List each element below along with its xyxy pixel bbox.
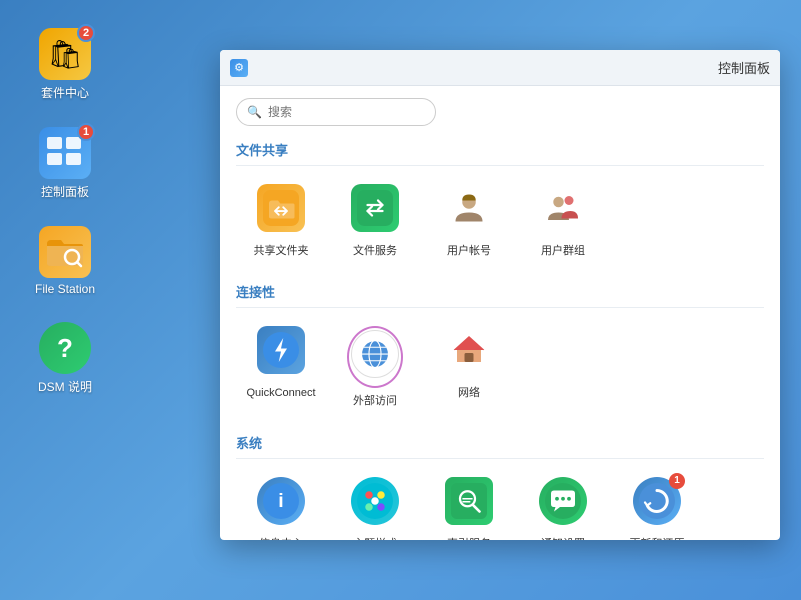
- theme-icon: [351, 477, 399, 525]
- section-title-system: 系统: [236, 433, 764, 459]
- system-grid: i 信息中心: [236, 469, 764, 540]
- index-service-label: 索引服务: [447, 537, 491, 540]
- notification-icon: [539, 477, 587, 525]
- network-icon: [445, 326, 493, 374]
- network-label: 网络: [458, 386, 480, 400]
- info-center-icon: i: [257, 477, 305, 525]
- section-title-connectivity: 连接性: [236, 282, 764, 308]
- window-titlebar: 控制面板: [220, 50, 780, 86]
- theme-label: 主题样式: [353, 537, 397, 540]
- file-service-icon: [351, 184, 399, 232]
- window-title-icon: [230, 59, 248, 77]
- shared-folder-icon: [257, 184, 305, 232]
- external-access-highlight: [347, 326, 403, 388]
- search-icon: 🔍: [247, 105, 262, 119]
- dsm-help-label: DSM 说明: [38, 378, 92, 395]
- user-group-label: 用户群组: [541, 244, 585, 258]
- app-quickconnect[interactable]: QuickConnect: [236, 318, 326, 416]
- app-network[interactable]: 网络: [424, 318, 514, 416]
- quickconnect-label: QuickConnect: [246, 386, 315, 400]
- app-theme[interactable]: 主题样式: [330, 469, 420, 540]
- control-panel-window: 控制面板 🔍 文件共享: [220, 50, 780, 540]
- app-notification[interactable]: 通知设置: [518, 469, 608, 540]
- svg-text:i: i: [278, 490, 283, 512]
- search-bar[interactable]: 🔍: [236, 98, 436, 126]
- control-panel-label: 控制面板: [41, 183, 89, 200]
- update-restore-label: 更新和还原: [630, 537, 685, 540]
- user-group-icon: [539, 184, 587, 232]
- sidebar-item-dsm-help[interactable]: DSM 说明: [15, 314, 115, 403]
- control-panel-badge: 1: [77, 123, 95, 141]
- search-input[interactable]: [268, 105, 425, 119]
- window-title: 控制面板: [254, 58, 770, 77]
- dsm-help-icon: [39, 322, 91, 374]
- app-file-service[interactable]: 文件服务: [330, 176, 420, 266]
- index-service-icon: [445, 477, 493, 525]
- update-restore-badge: 1: [669, 473, 685, 489]
- file-service-label: 文件服务: [353, 244, 397, 258]
- desktop: 2 套件中心: [0, 0, 801, 600]
- app-index-service[interactable]: 索引服务: [424, 469, 514, 540]
- sidebar-item-file-station[interactable]: File Station: [15, 218, 115, 304]
- connectivity-grid: QuickConnect: [236, 318, 764, 416]
- section-title-file-sharing: 文件共享: [236, 140, 764, 166]
- sidebar-item-package-center[interactable]: 2 套件中心: [15, 20, 115, 109]
- file-station-icon: [39, 226, 91, 278]
- sidebar-item-control-panel[interactable]: 1 控制面板: [15, 119, 115, 208]
- app-info-center[interactable]: i 信息中心: [236, 469, 326, 540]
- file-station-label: File Station: [35, 282, 95, 296]
- external-access-label: 外部访问: [353, 394, 397, 408]
- package-center-label: 套件中心: [41, 84, 89, 101]
- shared-folder-label: 共享文件夹: [254, 244, 309, 258]
- sidebar: 2 套件中心: [0, 0, 130, 600]
- app-user-group[interactable]: 用户群组: [518, 176, 608, 266]
- app-external-access[interactable]: 外部访问: [330, 318, 420, 416]
- info-center-label: 信息中心: [259, 537, 303, 540]
- user-account-icon: [445, 184, 493, 232]
- user-account-label: 用户帐号: [447, 244, 491, 258]
- window-body: 🔍 文件共享: [220, 86, 780, 540]
- package-center-badge: 2: [77, 24, 95, 42]
- notification-label: 通知设置: [541, 537, 585, 540]
- app-user-account[interactable]: 用户帐号: [424, 176, 514, 266]
- external-access-icon: [351, 330, 399, 378]
- quickconnect-icon: [257, 326, 305, 374]
- file-sharing-grid: 共享文件夹: [236, 176, 764, 266]
- app-update-restore[interactable]: 1 更新和还原: [612, 469, 702, 540]
- app-shared-folder[interactable]: 共享文件夹: [236, 176, 326, 266]
